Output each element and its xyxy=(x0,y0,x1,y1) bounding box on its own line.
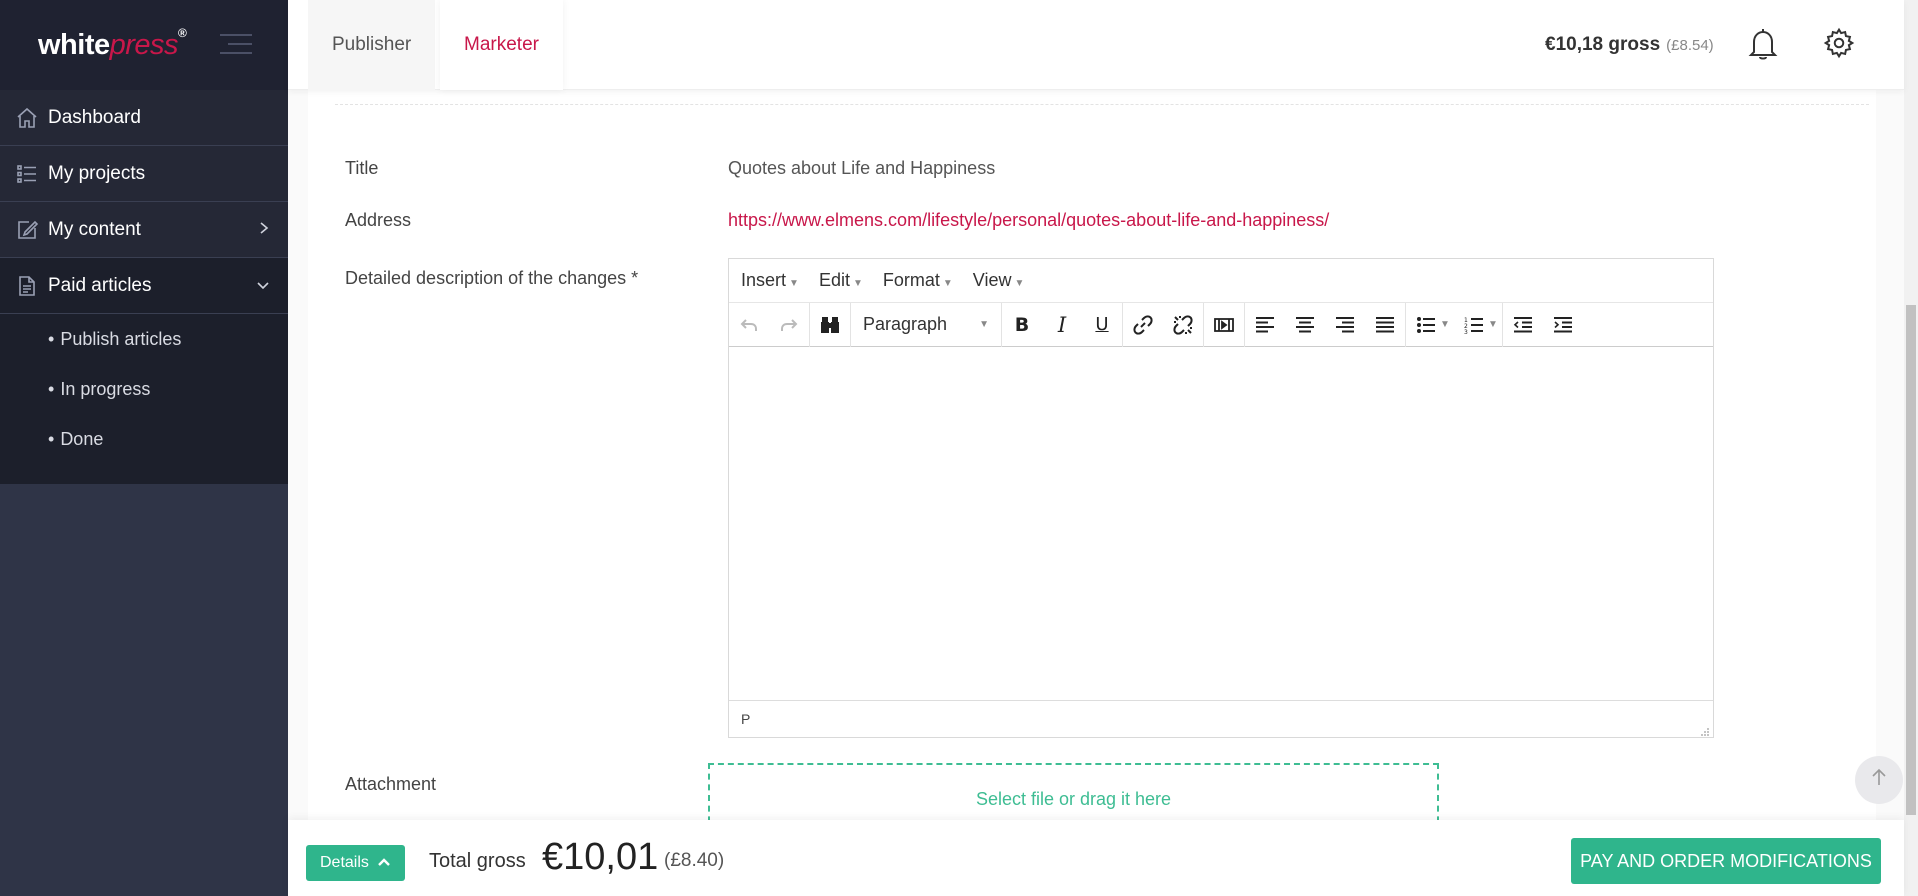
chevron-right-icon xyxy=(258,220,270,242)
align-justify-icon[interactable] xyxy=(1365,303,1405,347)
block-format-select[interactable]: Paragraph ▼ xyxy=(851,303,1001,347)
home-icon xyxy=(14,105,40,131)
total-gross-label: Total gross xyxy=(429,850,526,872)
editor-toolbar: Paragraph ▼ B I U ▼ 1 2 3 ▼ xyxy=(729,302,1713,347)
address-label: Address xyxy=(345,210,412,230)
description-label: Detailed description of the changes * xyxy=(345,268,639,288)
caret-down-icon: ▼ xyxy=(852,278,863,289)
sidebar-item-my-projects[interactable]: My projects xyxy=(0,146,288,202)
sidebar: whitepress® Dashboard My projects My con… xyxy=(0,0,288,896)
divider xyxy=(335,104,1869,105)
tab-publisher[interactable]: Publisher xyxy=(308,0,436,90)
total-gross-value: €10,01 xyxy=(542,836,659,878)
editor-statusbar: P xyxy=(729,701,1713,737)
scrollbar-thumb[interactable] xyxy=(1906,305,1916,815)
sidebar-header: whitepress® xyxy=(0,0,288,90)
page-scrollbar[interactable] xyxy=(1904,0,1918,896)
sidebar-item-dashboard[interactable]: Dashboard xyxy=(0,90,288,146)
sidebar-item-label: Dashboard xyxy=(48,106,141,128)
align-left-icon[interactable] xyxy=(1245,303,1285,347)
logo[interactable]: whitepress® xyxy=(38,26,187,62)
caret-down-icon[interactable]: ▼ xyxy=(1488,319,1502,330)
outdent-icon[interactable] xyxy=(1503,303,1543,347)
submenu-item-publish-articles[interactable]: • Publish articles xyxy=(0,314,288,364)
italic-icon[interactable]: I xyxy=(1042,303,1082,347)
paid-articles-submenu: • Publish articles • In progress • Done xyxy=(0,314,288,484)
find-replace-icon[interactable] xyxy=(810,303,850,347)
gear-icon[interactable] xyxy=(1823,27,1855,64)
svg-text:3: 3 xyxy=(1464,329,1468,335)
menu-format[interactable]: Format ▼ xyxy=(883,270,953,291)
account-balance[interactable]: €10,18 gross (£8.54) xyxy=(1545,34,1714,56)
sidebar-item-label: My content xyxy=(48,218,141,240)
edit-icon xyxy=(14,217,40,243)
sidebar-nav: Dashboard My projects My content Paid ar… xyxy=(0,90,288,484)
order-summary-bar: Details Total gross €10,01 (£8.40) PAY A… xyxy=(288,820,1904,896)
menu-insert[interactable]: Insert ▼ xyxy=(741,270,799,291)
unlink-icon[interactable] xyxy=(1163,303,1203,347)
bell-icon[interactable] xyxy=(1748,27,1778,66)
editor-menubar: Insert ▼ Edit ▼ Format ▼ View ▼ xyxy=(729,259,1713,303)
menu-edit[interactable]: Edit ▼ xyxy=(819,270,863,291)
submenu-item-in-progress[interactable]: • In progress xyxy=(0,364,288,414)
menu-view[interactable]: View ▼ xyxy=(973,270,1025,291)
caret-down-icon[interactable]: ▼ xyxy=(1440,319,1454,330)
indent-icon[interactable] xyxy=(1543,303,1583,347)
caret-down-icon: ▼ xyxy=(1014,278,1025,289)
list-icon xyxy=(14,161,40,187)
top-bar: Publisher Marketer €10,18 gross (£8.54) xyxy=(288,0,1904,90)
align-center-icon[interactable] xyxy=(1285,303,1325,347)
bold-icon[interactable]: B xyxy=(1002,303,1042,347)
caret-down-icon: ▼ xyxy=(979,319,989,330)
details-button[interactable]: Details xyxy=(306,845,405,881)
editor-text-area[interactable] xyxy=(729,347,1713,701)
align-right-icon[interactable] xyxy=(1325,303,1365,347)
rich-text-editor: Insert ▼ Edit ▼ Format ▼ View ▼ Paragraph ▼ xyxy=(728,258,1714,738)
media-icon[interactable] xyxy=(1204,303,1244,347)
document-icon xyxy=(14,273,40,299)
total-gross-gbp: (£8.40) xyxy=(664,850,725,871)
element-path[interactable]: P xyxy=(741,711,750,727)
address-link[interactable]: https://www.elmens.com/lifestyle/persona… xyxy=(728,210,1329,231)
scroll-to-top-button[interactable] xyxy=(1855,756,1903,804)
resize-handle-icon[interactable] xyxy=(1700,724,1710,736)
tab-marketer[interactable]: Marketer xyxy=(440,0,563,90)
pay-and-order-button[interactable]: PAY AND ORDER MODIFICATIONS xyxy=(1571,838,1881,884)
chevron-up-icon xyxy=(377,856,391,870)
redo-icon[interactable] xyxy=(769,303,809,347)
sidebar-item-paid-articles[interactable]: Paid articles xyxy=(0,258,288,314)
caret-down-icon: ▼ xyxy=(789,278,799,289)
sidebar-item-label: Paid articles xyxy=(48,274,152,296)
submenu-item-done[interactable]: • Done xyxy=(0,414,288,464)
arrow-up-icon xyxy=(1870,767,1888,793)
main-content: Title Quotes about Life and Happiness Ad… xyxy=(288,90,1904,833)
link-icon[interactable] xyxy=(1123,303,1163,347)
title-value: Quotes about Life and Happiness xyxy=(728,158,996,178)
sidebar-item-label: My projects xyxy=(48,162,146,184)
modification-form: Title Quotes about Life and Happiness Ad… xyxy=(308,90,1876,820)
menu-toggle-icon[interactable] xyxy=(220,34,252,56)
underline-icon[interactable]: U xyxy=(1082,303,1122,347)
title-label: Title xyxy=(345,158,379,178)
chevron-down-icon xyxy=(256,276,270,298)
undo-icon[interactable] xyxy=(729,303,769,347)
sidebar-item-my-content[interactable]: My content xyxy=(0,202,288,258)
attachment-label: Attachment xyxy=(345,774,437,794)
caret-down-icon: ▼ xyxy=(942,278,953,289)
